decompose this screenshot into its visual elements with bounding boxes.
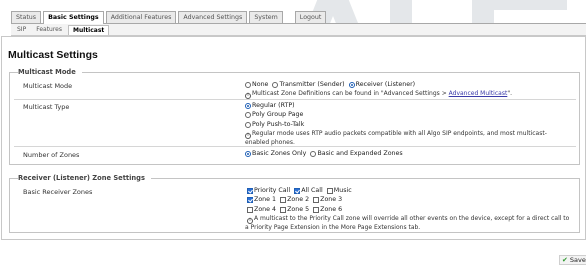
multicast-type-label: Multicast Type (23, 103, 70, 111)
main-tabs: Status Basic Settings Additional Feature… (11, 11, 328, 24)
multicast-mode-legend: Multicast Mode (18, 68, 82, 77)
tab-system[interactable]: System (249, 11, 283, 23)
basic-receiver-zones-label: Basic Receiver Zones (23, 188, 93, 196)
checkbox-checked-icon (247, 187, 253, 194)
checkbox-checked-icon (247, 197, 253, 204)
checkbox-icon (280, 206, 287, 213)
checkbox-icon (313, 197, 320, 204)
radio-type-poly-group[interactable]: Poly Group Page (245, 111, 303, 119)
checkbox-music[interactable]: Music (326, 187, 352, 195)
receiver-zone-legend: Receiver (Listener) Zone Settings (18, 174, 151, 183)
multicast-mode-label: Multicast Mode (23, 82, 73, 90)
radio-icon (245, 112, 251, 119)
radio-selected-icon (245, 102, 251, 109)
checkbox-zone-3[interactable]: Zone 3 (313, 196, 342, 204)
tab-logout[interactable]: Logout (294, 11, 327, 23)
sub-tabs: SIP Features Multicast (13, 25, 111, 35)
tab-additional-features[interactable]: Additional Features (105, 11, 177, 23)
checkbox-zone-1[interactable]: Zone 1 (247, 196, 276, 204)
radio-mode-none[interactable]: None (245, 81, 268, 89)
checkbox-icon (280, 197, 287, 204)
checkbox-zone-2[interactable]: Zone 2 (280, 196, 309, 204)
radio-mode-transmitter[interactable]: Transmitter (Sender) (272, 81, 345, 89)
tab-status[interactable]: Status (11, 11, 42, 23)
subtab-features[interactable]: Features (32, 25, 66, 35)
checkbox-icon (247, 206, 253, 213)
row-divider (14, 146, 576, 147)
number-of-zones-label: Number of Zones (23, 151, 80, 159)
check-icon: ✔ (562, 256, 568, 264)
tab-basic-settings[interactable]: Basic Settings (43, 11, 104, 24)
radio-zones-basic[interactable]: Basic Zones Only (245, 150, 306, 158)
multicast-type-help: i Regular mode uses RTP audio packets com… (245, 130, 547, 140)
checkbox-icon (313, 206, 320, 213)
receiver-zones-help: iA multicast to the Priority Call zone w… (247, 215, 569, 225)
checkbox-zone-6[interactable]: Zone 6 (313, 206, 342, 214)
multicast-mode-control: None Transmitter (Sender) Receiver (List… (245, 81, 512, 100)
radio-type-regular[interactable]: Regular (RTP) (245, 102, 295, 110)
advanced-multicast-link[interactable]: Advanced Multicast (449, 90, 508, 97)
radio-icon (245, 81, 251, 88)
save-button[interactable]: ✔ Save (559, 255, 586, 265)
receiver-zones-help-cont: a Priority Page Extension in the More Pa… (245, 224, 421, 232)
checkbox-priority-call[interactable]: Priority Call (247, 187, 290, 195)
radio-type-poly-ptt[interactable]: Poly Push-to-Talk (245, 121, 304, 129)
basic-receiver-zones-control: Priority Call All Call Music Zone 1 Zone… (245, 187, 569, 232)
row-divider (14, 99, 576, 100)
checkbox-all-call[interactable]: All Call (294, 187, 323, 195)
subtab-sip[interactable]: SIP (13, 25, 30, 35)
subtab-multicast[interactable]: Multicast (68, 25, 110, 35)
radio-icon (310, 150, 317, 157)
checkbox-zone-4[interactable]: Zone 4 (247, 206, 276, 214)
multicast-type-control: Regular (RTP) Poly Group Page Poly Push-… (245, 102, 547, 147)
checkbox-checked-icon (294, 187, 301, 194)
page-title: Multicast Settings (8, 49, 98, 61)
checkbox-icon (326, 187, 333, 194)
radio-selected-icon (245, 150, 251, 157)
radio-selected-icon (348, 81, 355, 88)
tab-advanced-settings[interactable]: Advanced Settings (178, 11, 248, 23)
radio-icon (245, 121, 251, 128)
radio-zones-expanded[interactable]: Basic and Expanded Zones (310, 150, 403, 158)
checkbox-zone-5[interactable]: Zone 5 (280, 206, 309, 214)
number-of-zones-control: Basic Zones Only Basic and Expanded Zone… (245, 150, 405, 159)
radio-icon (272, 81, 279, 88)
radio-mode-receiver[interactable]: Receiver (Listener) (348, 81, 415, 89)
